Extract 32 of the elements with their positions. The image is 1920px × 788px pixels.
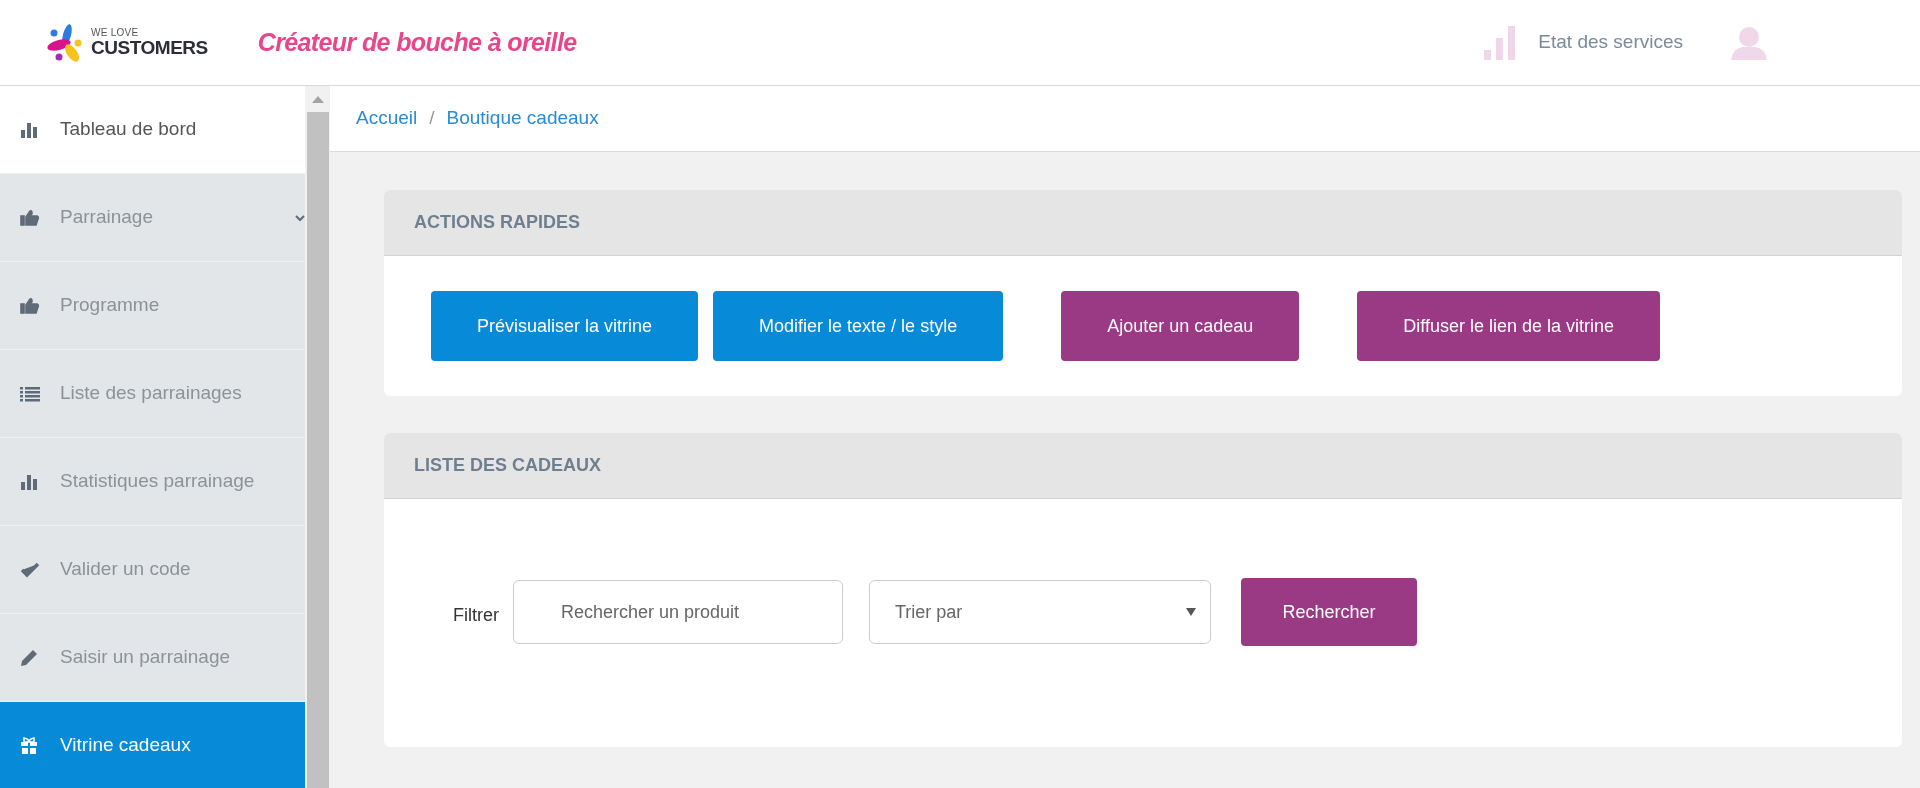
search-button[interactable]: Rechercher — [1241, 578, 1417, 646]
bar-chart-icon — [20, 121, 38, 138]
gift-icon — [20, 736, 38, 755]
sidebar-item[interactable]: Tableau de bord — [0, 86, 305, 174]
dropdown-caret-icon — [1186, 608, 1196, 616]
action-button[interactable]: Prévisualiser la vitrine — [431, 291, 699, 361]
scroll-up-arrow-icon[interactable] — [311, 96, 324, 103]
filter-label: Filtrer — [453, 603, 499, 627]
card-title: LISTE DES CADEAUX — [414, 454, 602, 477]
breadcrumb-separator: / — [429, 106, 435, 131]
sort-dropdown[interactable]: Trier par — [869, 580, 1211, 644]
tagline: Créateur de bouche à oreille — [257, 26, 577, 58]
bar-chart-icon — [20, 473, 38, 490]
sidebar-item[interactable]: Vitrine cadeaux — [0, 702, 305, 788]
breadcrumb-link[interactable]: Boutique cadeaux — [446, 104, 599, 133]
signal-bars-icon — [1484, 25, 1517, 60]
card-title: ACTIONS RAPIDES — [414, 211, 581, 234]
checkmark-icon — [20, 561, 40, 578]
search-field[interactable]: Rechercher un produit — [513, 580, 843, 644]
action-button[interactable]: Ajouter un cadeau — [1061, 291, 1300, 361]
action-button[interactable]: Modifier le texte / le style — [713, 291, 1004, 361]
pencil-icon — [20, 648, 38, 667]
action-button[interactable]: Diffuser le lien de la vitrine — [1357, 291, 1661, 361]
logo-small-text: WE LOVE — [91, 28, 140, 38]
thumbs-up-icon — [20, 208, 40, 227]
thumbs-up-icon — [20, 296, 40, 315]
logo[interactable]: WE LOVE CUSTOMERS — [45, 20, 208, 65]
service-status-link[interactable]: Etat des services — [1538, 28, 1683, 57]
logo-text: CUSTOMERS — [91, 38, 208, 57]
user-icon[interactable] — [1731, 25, 1767, 60]
list-icon — [20, 385, 40, 402]
breadcrumb-link[interactable]: Accueil — [356, 104, 418, 133]
